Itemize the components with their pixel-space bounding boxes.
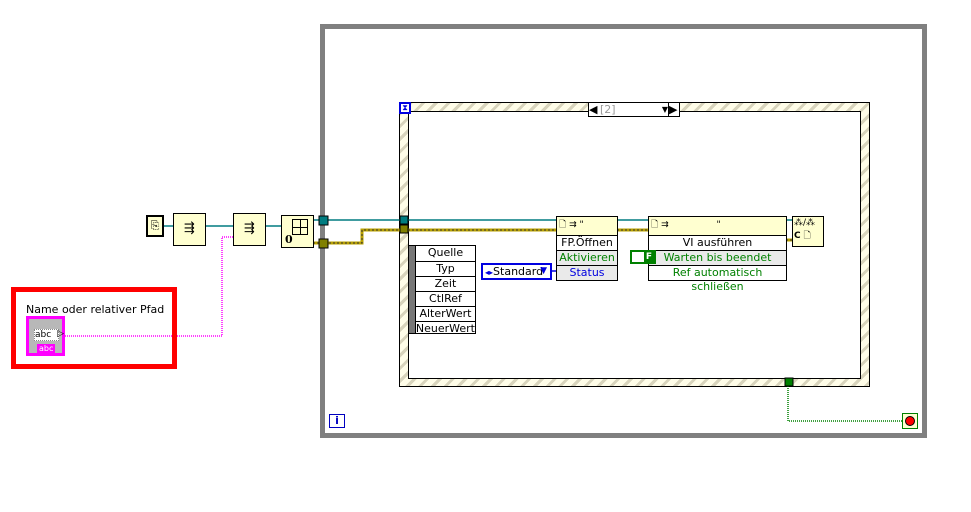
- false-constant[interactable]: F: [630, 250, 656, 264]
- output-arrow-icon: ▷: [57, 329, 64, 339]
- event-field: Quelle: [427, 246, 464, 259]
- bool-tunnel: [784, 377, 794, 387]
- event-field: Zeit: [415, 276, 475, 291]
- close-reference-icon: ⁂/⁂: [794, 218, 816, 228]
- register-events-icon[interactable]: 0: [281, 215, 314, 248]
- type-text: abc: [37, 344, 56, 353]
- property-title: FP.Öffnen: [557, 235, 617, 250]
- chevron-down-icon[interactable]: ▼: [540, 265, 547, 278]
- seq-refnum-tunnel: [399, 215, 409, 225]
- event-field: CtlRef: [415, 291, 475, 306]
- param-ref-automatisch-schliessen[interactable]: Ref automatisch schließen: [649, 265, 786, 293]
- property-aktivieren[interactable]: Aktivieren: [557, 250, 617, 265]
- close-reference-node[interactable]: ⁂/⁂ C 🗋: [792, 216, 824, 247]
- constant-zero: 0: [285, 233, 293, 246]
- enum-arrows-icon: ◂▸: [485, 268, 494, 277]
- application-property-node-icon[interactable]: ⇶: [173, 213, 206, 246]
- enum-constant[interactable]: ◂▸Standard ▼: [481, 263, 552, 280]
- control-label: Name oder relativer Pfad: [26, 303, 165, 316]
- enum-value: Standard: [493, 265, 544, 278]
- string-control-terminal[interactable]: abc ▷ abc: [26, 316, 65, 356]
- seq-error-tunnel: [399, 224, 409, 234]
- stop-terminal[interactable]: [902, 413, 918, 429]
- property-node-header-icon: 🗋 ⇉ ": [559, 220, 584, 230]
- terminal-text: abc: [34, 329, 59, 341]
- property-status[interactable]: Status: [557, 265, 617, 280]
- invoke-title: VI ausführen: [649, 235, 786, 250]
- property-node[interactable]: 🗋 ⇉ " FP.Öffnen Aktivieren Status: [556, 216, 618, 281]
- grid-icon: [292, 219, 308, 235]
- refnum-tunnel: [318, 215, 329, 226]
- param-warten-bis-beendet[interactable]: Warten bis beendet: [649, 250, 786, 265]
- this-vi-reference-icon[interactable]: ⎘: [146, 215, 164, 237]
- bool-value: F: [643, 252, 654, 262]
- event-data-bar: [409, 246, 416, 333]
- invoke-node[interactable]: 🗋 ⇉ " VI ausführen Warten bis beendet Re…: [648, 216, 787, 293]
- invoke-node-header-icon: 🗋 ⇉ ": [651, 220, 721, 230]
- event-field: AlterWert: [415, 306, 475, 321]
- event-field: NeuerWert: [415, 321, 475, 335]
- event-field: Typ: [415, 261, 475, 276]
- open-vi-reference-icon[interactable]: ⇶: [233, 213, 266, 246]
- error-tunnel: [318, 238, 329, 249]
- stop-icon: [905, 416, 915, 426]
- event-data-node[interactable]: Quelle Typ Zeit CtlRef AlterWert NeuerWe…: [408, 245, 476, 335]
- close-ref-label: C: [794, 231, 801, 241]
- wires: [63, 215, 902, 422]
- bool-wire: [787, 386, 902, 422]
